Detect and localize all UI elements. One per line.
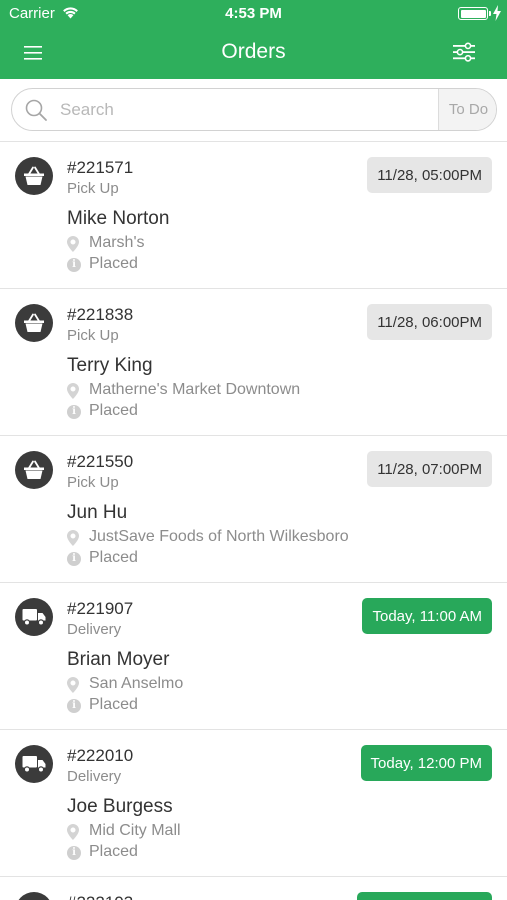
order-type: Pick Up bbox=[67, 327, 119, 344]
search-input[interactable] bbox=[60, 89, 430, 130]
location-pin-icon bbox=[67, 236, 79, 257]
info-icon: i bbox=[67, 699, 81, 713]
search-icon bbox=[24, 98, 48, 127]
sliders-icon[interactable] bbox=[449, 38, 479, 66]
order-number: #221838 bbox=[67, 305, 134, 324]
info-icon: i bbox=[67, 846, 81, 860]
info-icon: i bbox=[67, 258, 81, 272]
orders-list: #221571 Pick Up Mike Norton Marsh's i Pl… bbox=[0, 142, 507, 900]
basket-icon bbox=[15, 157, 53, 195]
delivery-time-badge: Today, 12:00 PM bbox=[360, 745, 492, 781]
battery-icon bbox=[458, 7, 488, 20]
order-row[interactable]: #221571 Pick Up Mike Norton Marsh's i Pl… bbox=[0, 142, 507, 289]
status-bar: Carrier 4:53 PM bbox=[0, 0, 507, 28]
clock: 4:53 PM bbox=[225, 5, 282, 22]
pickup-time-badge: 11/28, 05:00PM bbox=[367, 157, 492, 193]
order-status: Placed bbox=[89, 549, 138, 566]
location-pin-icon bbox=[67, 824, 79, 845]
store-location: Matherne's Market Downtown bbox=[89, 381, 301, 398]
order-type: Delivery bbox=[67, 621, 122, 638]
location-pin-icon bbox=[67, 530, 79, 551]
delivery-time-badge: Today, 11:00 AM bbox=[362, 598, 492, 634]
navigation-bar: Orders bbox=[0, 28, 507, 79]
customer-name: Jun Hu bbox=[67, 502, 128, 523]
search-area: To Do bbox=[0, 79, 507, 142]
order-row[interactable]: #222103 bbox=[0, 877, 507, 900]
location-pin-icon bbox=[67, 383, 79, 404]
order-status: Placed bbox=[89, 843, 138, 860]
todo-filter-button[interactable]: To Do bbox=[438, 89, 496, 130]
order-status: Placed bbox=[89, 696, 138, 713]
order-row[interactable]: #221838 Pick Up Terry King Matherne's Ma… bbox=[0, 289, 507, 436]
pickup-time-badge: 11/28, 07:00PM bbox=[367, 451, 492, 487]
info-icon: i bbox=[67, 405, 81, 419]
order-status: Placed bbox=[89, 402, 138, 419]
charging-bolt-icon bbox=[493, 5, 501, 26]
delivery-location: San Anselmo bbox=[89, 675, 184, 692]
delivery-time-badge bbox=[357, 892, 492, 900]
store-location: JustSave Foods of North Wilkesboro bbox=[89, 528, 349, 545]
truck-icon bbox=[15, 745, 53, 783]
search-bar: To Do bbox=[11, 88, 497, 131]
basket-icon bbox=[15, 451, 53, 489]
customer-name: Terry King bbox=[67, 355, 153, 376]
order-row[interactable]: #221550 Pick Up Jun Hu JustSave Foods of… bbox=[0, 436, 507, 583]
order-row[interactable]: #221907 Delivery Brian Moyer San Anselmo… bbox=[0, 583, 507, 730]
page-title: Orders bbox=[221, 40, 286, 63]
order-status: Placed bbox=[89, 255, 138, 272]
truck-icon bbox=[15, 892, 53, 900]
info-icon: i bbox=[67, 552, 81, 566]
location-pin-icon bbox=[67, 677, 79, 698]
customer-name: Brian Moyer bbox=[67, 649, 170, 670]
truck-icon bbox=[15, 598, 53, 636]
customer-name: Mike Norton bbox=[67, 208, 170, 229]
order-number: #221571 bbox=[67, 158, 134, 177]
order-type: Delivery bbox=[67, 768, 122, 785]
battery-tip bbox=[489, 11, 491, 16]
delivery-location: Mid City Mall bbox=[89, 822, 181, 839]
order-number: #221550 bbox=[67, 452, 134, 471]
store-location: Marsh's bbox=[89, 234, 145, 251]
order-type: Pick Up bbox=[67, 474, 119, 491]
order-number: #222103 bbox=[67, 893, 133, 900]
order-number: #222010 bbox=[67, 746, 134, 765]
pickup-time-badge: 11/28, 06:00PM bbox=[367, 304, 492, 340]
order-type: Pick Up bbox=[67, 180, 119, 197]
order-number: #221907 bbox=[67, 599, 134, 618]
customer-name: Joe Burgess bbox=[67, 796, 173, 817]
order-row[interactable]: #222010 Delivery Joe Burgess Mid City Ma… bbox=[0, 730, 507, 877]
basket-icon bbox=[15, 304, 53, 342]
